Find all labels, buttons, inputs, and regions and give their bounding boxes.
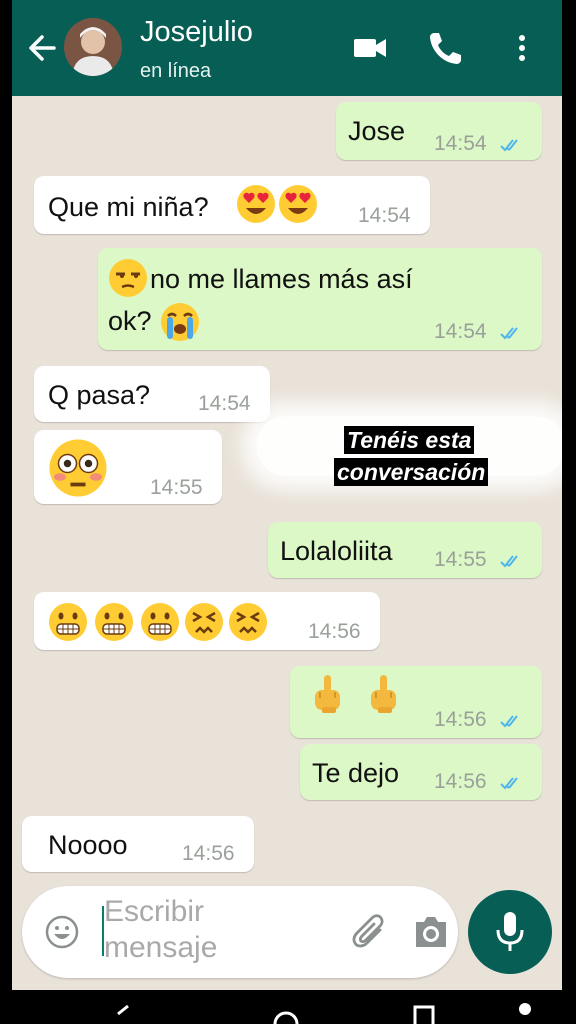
message-text: Te dejo	[312, 758, 400, 788]
crying-emoji-icon	[160, 302, 200, 342]
message-bubble-incoming[interactable]: 14:56	[34, 592, 380, 650]
unamused-emoji-icon	[108, 258, 148, 298]
message-list: Jose 14:54 Que mi niña? 14:54 no me llam…	[12, 96, 562, 886]
message-input[interactable]: Escribir mensaje	[104, 894, 254, 966]
heart-eyes-emoji-icon	[278, 184, 318, 224]
grimacing-emoji-icon	[48, 602, 88, 642]
message-bubble-incoming[interactable]: Noooo 14:56	[22, 816, 254, 872]
message-time: 14:56	[434, 770, 487, 793]
nav-home-icon[interactable]	[272, 1002, 300, 1024]
message-composer[interactable]: Escribir mensaje	[22, 886, 458, 978]
message-bubble-incoming[interactable]: Q pasa? 14:54	[34, 366, 270, 422]
message-text: Jose	[348, 116, 406, 146]
nav-dot-icon	[519, 1003, 531, 1015]
read-receipt-icon	[500, 776, 526, 790]
read-receipt-icon	[500, 554, 526, 568]
placeholder-line-2: mensaje	[104, 931, 218, 964]
message-time: 14:54	[198, 392, 251, 415]
caption-line-1: Tenéis esta	[344, 426, 475, 454]
message-text: no me llames más así	[150, 264, 413, 294]
middle-finger-emoji-icon	[366, 674, 400, 714]
message-text: Q pasa?	[48, 380, 151, 410]
message-bubble-outgoing[interactable]: Lolaloliita 14:55	[268, 522, 542, 578]
chat-header: Josejulio en línea	[12, 0, 562, 96]
caption-line-2: conversación	[334, 458, 489, 486]
back-arrow-icon[interactable]	[26, 28, 58, 68]
heart-eyes-emoji-icon	[236, 184, 276, 224]
message-time: 14:54	[434, 132, 487, 155]
placeholder-line-1: Escribir	[104, 895, 205, 928]
message-text: Noooo	[48, 830, 128, 860]
message-bubble-outgoing[interactable]: Te dejo 14:56	[300, 744, 542, 800]
message-bubble-outgoing[interactable]: Jose 14:54	[336, 102, 542, 160]
message-text: Que mi niña?	[48, 192, 209, 222]
message-bubble-outgoing[interactable]: no me llames más así ok? 14:54	[98, 248, 542, 350]
message-time: 14:55	[434, 548, 487, 571]
video-call-icon[interactable]	[352, 30, 388, 66]
attach-icon[interactable]	[350, 912, 390, 952]
nav-recents-icon[interactable]	[412, 1004, 436, 1024]
message-time: 14:54	[434, 320, 487, 343]
read-receipt-icon	[500, 714, 526, 728]
message-bubble-incoming[interactable]: Que mi niña? 14:54	[34, 176, 430, 234]
emoji-icon[interactable]	[44, 914, 80, 950]
confounded-emoji-icon	[184, 602, 224, 642]
confounded-emoji-icon	[228, 602, 268, 642]
mic-icon	[496, 912, 524, 951]
flushed-emoji-icon	[48, 438, 108, 498]
contact-name[interactable]: Josejulio	[140, 16, 253, 49]
message-time: 14:55	[150, 476, 203, 499]
read-receipt-icon	[500, 326, 526, 340]
message-text-line2: ok?	[108, 306, 152, 336]
mic-button[interactable]	[468, 890, 552, 974]
camera-icon[interactable]	[412, 914, 450, 950]
message-time: 14:56	[434, 708, 487, 731]
avatar[interactable]	[64, 18, 122, 76]
message-bubble-incoming[interactable]: 14:55	[34, 430, 222, 504]
message-time: 14:56	[182, 842, 235, 865]
phone-icon[interactable]	[428, 30, 464, 66]
message-time: 14:54	[358, 204, 411, 227]
android-nav-bar	[0, 990, 576, 1024]
nav-back-icon[interactable]	[112, 1004, 134, 1024]
read-receipt-icon	[500, 138, 526, 152]
grimacing-emoji-icon	[94, 602, 134, 642]
message-text: Lolaloliita	[280, 536, 393, 566]
message-bubble-outgoing[interactable]: 14:56	[290, 666, 542, 738]
more-vert-icon[interactable]	[516, 30, 528, 66]
contact-status: en línea	[140, 60, 212, 82]
middle-finger-emoji-icon	[310, 674, 344, 714]
grimacing-emoji-icon	[140, 602, 180, 642]
message-time: 14:56	[308, 620, 361, 643]
chat-screen: Josejulio en línea Jose 14:54 Que mi niñ…	[12, 0, 562, 990]
